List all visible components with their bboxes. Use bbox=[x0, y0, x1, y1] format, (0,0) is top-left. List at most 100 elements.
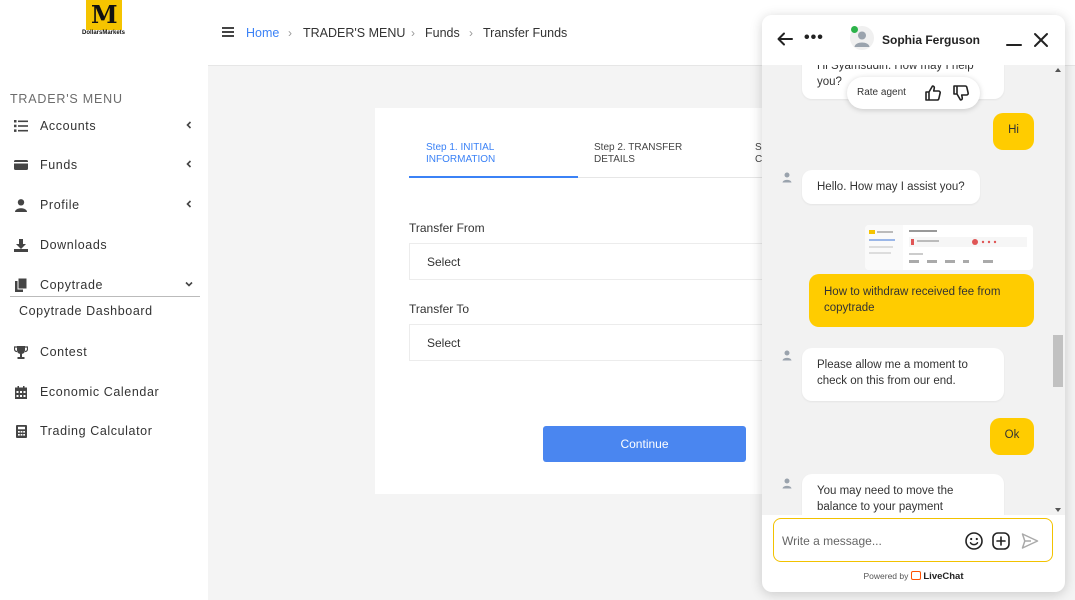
brand-logo[interactable]: M DollarsMarkets bbox=[82, 0, 126, 40]
sidebar-item-copytrade[interactable]: Copytrade bbox=[0, 271, 200, 299]
user-icon bbox=[14, 198, 28, 212]
transfer-to-label: Transfer To bbox=[409, 302, 470, 316]
breadcrumb-funds[interactable]: Funds bbox=[425, 26, 460, 40]
sidebar-item-profile[interactable]: Profile bbox=[0, 191, 200, 219]
sidebar-item-label: Downloads bbox=[40, 238, 108, 252]
message-text: balance to your payment bbox=[817, 501, 943, 513]
livechat-logo-icon bbox=[911, 571, 922, 580]
download-icon bbox=[14, 238, 28, 252]
continue-button[interactable]: Continue bbox=[543, 426, 746, 462]
agent-message: Hello. How may I assist you? bbox=[802, 170, 980, 204]
agent-avatar-icon bbox=[782, 478, 792, 489]
message-input[interactable] bbox=[782, 532, 952, 550]
close-icon[interactable] bbox=[1032, 31, 1050, 49]
minimize-icon[interactable] bbox=[1005, 31, 1023, 49]
message-text: How to withdraw received fee from bbox=[824, 286, 1001, 298]
rate-agent-popup: Rate agent bbox=[847, 77, 980, 109]
breadcrumb-traders-menu[interactable]: TRADER'S MENU bbox=[303, 26, 405, 40]
transfer-from-select[interactable]: Select bbox=[409, 243, 775, 280]
message-text: copytrade bbox=[824, 302, 875, 314]
user-message: Hi bbox=[993, 113, 1034, 150]
sidebar: M DollarsMarkets TRADER'S MENU Accounts … bbox=[0, 0, 208, 600]
step-1-tab[interactable]: Step 1. INITIAL INFORMATION bbox=[426, 142, 495, 166]
message-composer bbox=[773, 518, 1053, 562]
transfer-to-select[interactable]: Select bbox=[409, 324, 775, 361]
sidebar-item-label: Contest bbox=[40, 345, 88, 359]
chevron-left-icon bbox=[186, 200, 192, 208]
sidebar-item-downloads[interactable]: Downloads bbox=[0, 231, 200, 259]
message-text: You may need to move the bbox=[817, 485, 954, 497]
image-attachment[interactable] bbox=[865, 225, 1033, 270]
agent-avatar-icon bbox=[782, 172, 792, 183]
message-text: Hi Syamsudin. How may I help bbox=[817, 65, 974, 72]
trophy-icon bbox=[14, 345, 28, 359]
livechat-widget: ••• Sophia Ferguson Hi Syamsudin. How ma… bbox=[762, 15, 1065, 592]
chat-messages[interactable]: Hi Syamsudin. How may I help you? Rate a… bbox=[762, 65, 1065, 515]
step-1-subtitle: INFORMATION bbox=[426, 154, 496, 165]
logo-text: DollarsMarkets bbox=[82, 30, 126, 36]
agent-avatar-icon bbox=[782, 350, 792, 361]
chevron-down-icon bbox=[185, 281, 193, 287]
sidebar-item-label: Copytrade bbox=[40, 278, 104, 292]
active-step-indicator bbox=[409, 176, 578, 178]
copy-icon bbox=[14, 278, 28, 292]
chevron-left-icon bbox=[186, 121, 192, 129]
arrow-left-icon[interactable] bbox=[776, 30, 794, 48]
chat-header: ••• Sophia Ferguson bbox=[762, 15, 1065, 65]
livechat-brand: LiveChat bbox=[923, 571, 964, 582]
sidebar-item-label: Trading Calculator bbox=[40, 424, 153, 438]
breadcrumb-separator: › bbox=[288, 26, 292, 40]
agent-message: You may need to move the balance to your… bbox=[802, 474, 1004, 515]
emoji-icon[interactable] bbox=[964, 531, 984, 551]
message-text: check on this from our end. bbox=[817, 375, 956, 387]
breadcrumb-separator: › bbox=[469, 26, 473, 40]
step-2-subtitle: DETAILS bbox=[594, 154, 635, 165]
add-attachment-icon[interactable] bbox=[991, 531, 1011, 551]
breadcrumb-home[interactable]: Home bbox=[246, 26, 279, 40]
chat-scrollbar[interactable] bbox=[1051, 65, 1065, 515]
submenu-divider bbox=[10, 296, 200, 297]
sidebar-item-accounts[interactable]: Accounts bbox=[0, 112, 200, 140]
scroll-down-icon[interactable] bbox=[1055, 508, 1061, 512]
powered-by-text: Powered by bbox=[863, 571, 909, 581]
thumbs-down-icon[interactable] bbox=[951, 83, 971, 103]
message-text: Please allow me a moment to bbox=[817, 359, 968, 371]
transfer-form-card: Step 1. INITIAL INFORMATION Step 2. TRAN… bbox=[375, 108, 775, 494]
step-2-tab[interactable]: Step 2. TRANSFER DETAILS bbox=[594, 142, 682, 166]
wallet-icon bbox=[14, 158, 28, 172]
logo-mark: M bbox=[86, 0, 122, 30]
calculator-icon bbox=[14, 424, 28, 438]
powered-by-livechat[interactable]: Powered by LiveChat bbox=[762, 571, 1065, 582]
agent-name: Sophia Ferguson bbox=[882, 33, 981, 47]
scroll-up-icon[interactable] bbox=[1055, 68, 1061, 72]
chevron-left-icon bbox=[186, 160, 192, 168]
thumbs-up-icon[interactable] bbox=[923, 83, 943, 103]
rate-agent-label: Rate agent bbox=[857, 87, 906, 98]
user-message: Ok bbox=[990, 418, 1034, 455]
calendar-icon bbox=[14, 385, 28, 399]
user-message: How to withdraw received fee from copytr… bbox=[809, 274, 1034, 327]
more-options-icon[interactable]: ••• bbox=[804, 29, 824, 47]
sidebar-item-economic-calendar[interactable]: Economic Calendar bbox=[0, 378, 200, 406]
sidebar-item-label: Economic Calendar bbox=[40, 385, 160, 399]
sidebar-item-label: Funds bbox=[40, 158, 78, 172]
sidebar-item-trading-calculator[interactable]: Trading Calculator bbox=[0, 417, 200, 445]
logo-letter: M bbox=[91, 0, 118, 29]
step-2-title: Step 2. TRANSFER bbox=[594, 142, 683, 153]
online-status-dot bbox=[851, 26, 858, 33]
sidebar-item-copytrade-dashboard[interactable]: Copytrade Dashboard bbox=[19, 304, 153, 318]
breadcrumb-current: Transfer Funds bbox=[483, 26, 568, 40]
hamburger-menu-icon[interactable] bbox=[222, 27, 234, 37]
screenshot-thumbnail-icon bbox=[865, 225, 1027, 270]
list-icon bbox=[14, 119, 28, 133]
sidebar-item-contest[interactable]: Contest bbox=[0, 338, 200, 366]
agent-message: Please allow me a moment to check on thi… bbox=[802, 348, 1004, 401]
step-1-title: Step 1. INITIAL bbox=[426, 142, 495, 153]
sidebar-item-funds[interactable]: Funds bbox=[0, 151, 200, 179]
transfer-from-label: Transfer From bbox=[409, 221, 485, 235]
send-icon[interactable] bbox=[1020, 531, 1040, 551]
scrollbar-thumb[interactable] bbox=[1053, 335, 1063, 387]
sidebar-item-label: Accounts bbox=[40, 119, 97, 133]
sidebar-item-label: Profile bbox=[40, 198, 80, 212]
breadcrumb-separator: › bbox=[411, 26, 415, 40]
